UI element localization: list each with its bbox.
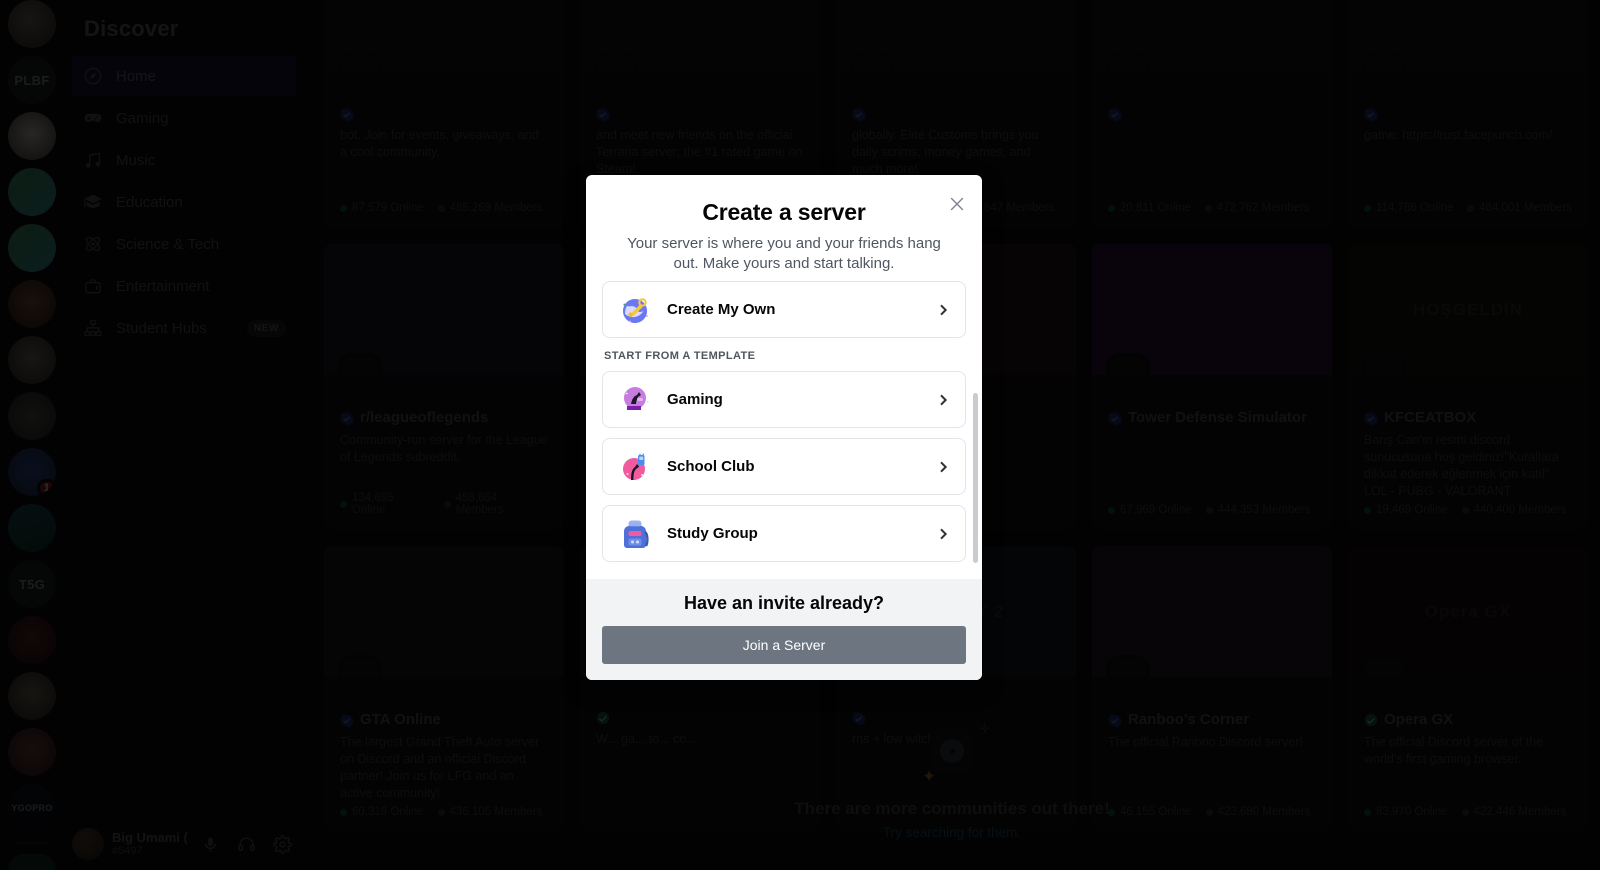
discord-app: PLBF1T5GYGOPRO+ Discover HomeGamingMusic… [0,0,1600,870]
chevron-right-icon [935,302,951,318]
school-club-template-icon [617,449,653,485]
invite-prompt-title: Have an invite already? [683,593,885,613]
modal-scrollbar[interactable] [973,393,978,563]
backpack-template-icon [617,516,653,552]
template-section-label: START FROM A TEMPLATE [604,350,756,362]
template-list: Gaming School Club Study Group [602,371,966,562]
join-a-server-button[interactable]: Join a Server [602,626,966,664]
create-my-own-option[interactable]: Create My Own [602,281,966,338]
modal-options-scroll[interactable]: Create My Own START FROM A TEMPLATE Gami… [586,281,982,579]
modal-title: Create a server [702,199,866,225]
gaming-template-icon [617,382,653,418]
template-option-gaming[interactable]: Gaming [602,371,966,428]
close-icon[interactable] [944,191,970,217]
template-option-study-group[interactable]: Study Group [602,505,966,562]
create-server-modal: Create a server Your server is where you… [586,175,982,680]
modal-subtitle: Your server is where you and your friend… [627,235,941,272]
template-option-label: School Club [667,458,755,475]
modal-header: Create a server Your server is where you… [586,175,982,281]
template-option-label: Gaming [667,391,723,408]
modal-footer: Have an invite already? Join a Server [586,579,982,680]
create-my-own-label: Create My Own [667,301,776,318]
chevron-right-icon [935,459,951,475]
chevron-right-icon [935,392,951,408]
template-option-school-club[interactable]: School Club [602,438,966,495]
globe-icon [617,292,653,328]
template-option-label: Study Group [667,525,758,542]
chevron-right-icon [935,526,951,542]
